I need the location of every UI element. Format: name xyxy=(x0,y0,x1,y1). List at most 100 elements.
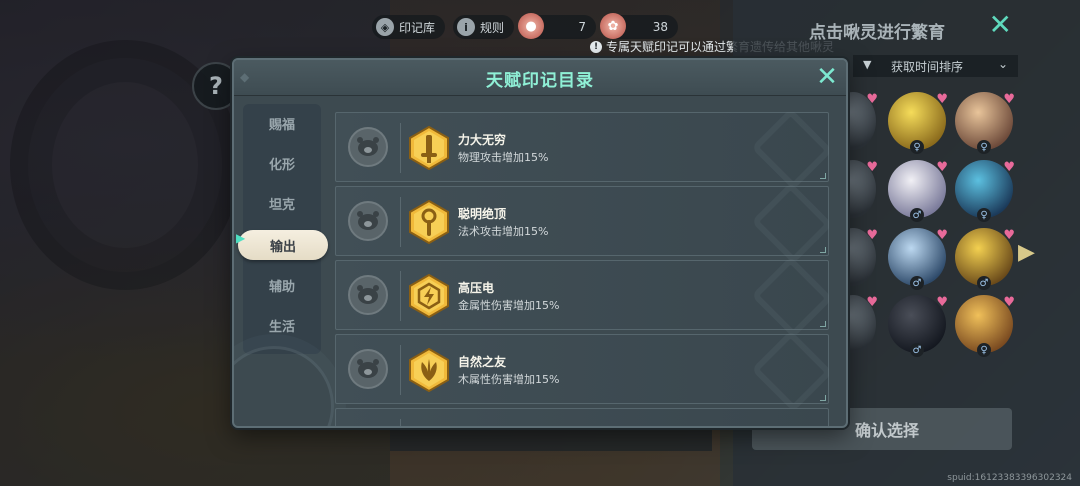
pet-slot[interactable]: ♥ ♂ xyxy=(888,295,948,357)
talent-name: 自然之友 xyxy=(458,355,507,369)
heart-icon: ♥ xyxy=(1003,228,1015,243)
heart-icon: ♥ xyxy=(936,160,948,175)
cake-icon: ● xyxy=(518,13,545,39)
pet-slot[interactable]: ♥ ♂ xyxy=(955,228,1015,290)
top-hud: ◈ 印记库 i 规则 ● 7 ✿ 38 xyxy=(372,13,679,40)
divider xyxy=(400,345,401,395)
heart-icon: ♥ xyxy=(1003,295,1015,310)
divider xyxy=(400,419,401,426)
pet-slot[interactable]: ♥ ♂ xyxy=(888,228,948,290)
pet-slot[interactable]: ♥ ♀ xyxy=(955,160,1015,222)
divider xyxy=(400,197,401,247)
resource-2-value: 38 xyxy=(652,20,669,34)
pet-slot[interactable]: ♥ ♀ xyxy=(888,92,948,154)
tab-transform[interactable]: 化形 xyxy=(243,148,321,178)
heart-icon: ♥ xyxy=(866,295,878,310)
decorative-circle xyxy=(234,346,334,426)
exclamation-icon: ! xyxy=(590,40,602,53)
pet-slot[interactable]: ♥ ♂ xyxy=(888,160,948,222)
rules-label: 规则 xyxy=(480,20,505,35)
sword-icon xyxy=(409,126,449,170)
talent-description: 法术攻击增加15% xyxy=(458,225,549,238)
talent-card[interactable]: 高压电 金属性伤害增加15% xyxy=(335,255,829,339)
heart-icon: ♥ xyxy=(936,228,948,243)
staff-icon xyxy=(409,200,449,244)
talent-description: 金属性伤害增加15% xyxy=(458,299,560,312)
card-watermark xyxy=(750,181,829,265)
heart-icon: ♥ xyxy=(936,295,948,310)
filter-icon[interactable]: ▼ xyxy=(863,58,871,71)
heart-icon: ♥ xyxy=(866,228,878,243)
card-corner xyxy=(820,247,826,253)
male-icon: ♂ xyxy=(977,276,991,290)
info-icon: i xyxy=(457,18,476,36)
heart-icon: ♥ xyxy=(866,92,878,107)
imprint-library-button[interactable]: ◈ 印记库 xyxy=(372,15,446,39)
talent-name: 聪明绝顶 xyxy=(458,207,507,221)
card-watermark xyxy=(750,112,829,191)
heart-icon: ♥ xyxy=(1003,160,1015,175)
spuid-label: spuid:16123383396302324 xyxy=(947,473,1072,483)
modal-title: 天赋印记目录 xyxy=(486,71,594,91)
resource-counter-2: ✿ 38 xyxy=(600,13,679,39)
resource-counter-1: ● 7 xyxy=(518,13,597,39)
leaf-icon xyxy=(409,348,449,392)
close-icon[interactable]: ✕ xyxy=(812,62,842,92)
resource-1-value: 7 xyxy=(578,20,587,34)
talent-list: 力大无穷 物理攻击增加15% 聪明绝顶 法术攻击增加15% 高压电 金属性伤害增… xyxy=(335,112,829,426)
talent-description: 木属性伤害增加15% xyxy=(458,373,560,386)
talent-card-partial[interactable] xyxy=(335,408,829,426)
imprint-icon: ◈ xyxy=(376,18,394,36)
tab-pointer-icon: ▶ xyxy=(236,231,246,245)
category-tabs: 赐福 化形 坦克 辅助 生活 xyxy=(243,104,321,354)
heart-icon: ♥ xyxy=(936,92,948,107)
tab-life[interactable]: 生活 xyxy=(243,310,321,340)
card-corner xyxy=(820,321,826,327)
divider xyxy=(400,123,401,173)
talent-imprint-catalog-modal: ◆ 天赋印记目录 ✕ 赐福 化形 坦克 辅助 生活 输出 ▶ 力大无穷 物理攻击… xyxy=(232,58,848,428)
next-page-arrow-icon[interactable]: ▶ xyxy=(1018,240,1035,265)
male-icon: ♂ xyxy=(910,208,924,222)
modal-header: ◆ 天赋印记目录 ✕ xyxy=(234,60,846,96)
male-icon: ♂ xyxy=(910,276,924,290)
female-icon: ♀ xyxy=(977,140,991,154)
talent-card[interactable]: 聪明绝顶 法术攻击增加15% xyxy=(335,181,829,265)
rules-button[interactable]: i 规则 xyxy=(453,15,515,39)
chevron-down-icon: ⌄ xyxy=(997,57,1008,71)
imprint-library-label: 印记库 xyxy=(399,20,436,35)
breeding-panel-title: 点击啾灵进行繁育 xyxy=(809,23,945,43)
female-icon: ♀ xyxy=(977,343,991,357)
tab-output[interactable]: 输出 xyxy=(238,230,328,260)
pet-slot[interactable]: ♥ ♀ xyxy=(955,295,1015,357)
sort-label: 获取时间排序 xyxy=(891,59,964,74)
card-corner xyxy=(820,395,826,401)
modal-body: 赐福 化形 坦克 辅助 生活 输出 ▶ 力大无穷 物理攻击增加15% 聪明绝顶 … xyxy=(234,96,846,426)
card-watermark xyxy=(750,329,829,413)
sort-dropdown[interactable]: ▼ 获取时间排序 ⌄ xyxy=(853,55,1018,77)
card-watermark xyxy=(750,255,829,339)
locked-pet-icon xyxy=(348,201,388,241)
divider xyxy=(400,271,401,321)
talent-card[interactable]: 力大无穷 物理攻击增加15% xyxy=(335,112,829,191)
female-icon: ♀ xyxy=(977,208,991,222)
talent-name: 力大无穷 xyxy=(458,133,507,147)
breeding-close-icon[interactable]: ✕ xyxy=(989,8,1012,41)
flower-icon: ✿ xyxy=(600,13,627,39)
talent-card[interactable]: 自然之友 木属性伤害增加15% xyxy=(335,329,829,413)
locked-pet-icon xyxy=(348,127,388,167)
locked-pet-icon xyxy=(348,349,388,389)
card-corner xyxy=(820,173,826,179)
talent-description: 物理攻击增加15% xyxy=(458,151,549,164)
lightning-icon xyxy=(409,274,449,318)
heart-icon: ♥ xyxy=(866,160,878,175)
heart-icon: ♥ xyxy=(1003,92,1015,107)
locked-pet-icon xyxy=(348,275,388,315)
pet-slot[interactable]: ♥ ♀ xyxy=(955,92,1015,154)
male-icon: ♂ xyxy=(910,343,924,357)
female-icon: ♀ xyxy=(910,140,924,154)
tab-support[interactable]: 辅助 xyxy=(243,270,321,300)
talent-name: 高压电 xyxy=(458,281,495,295)
tab-blessing[interactable]: 赐福 xyxy=(243,108,321,138)
tab-tank[interactable]: 坦克 xyxy=(243,188,321,218)
bottom-bar xyxy=(390,425,712,451)
